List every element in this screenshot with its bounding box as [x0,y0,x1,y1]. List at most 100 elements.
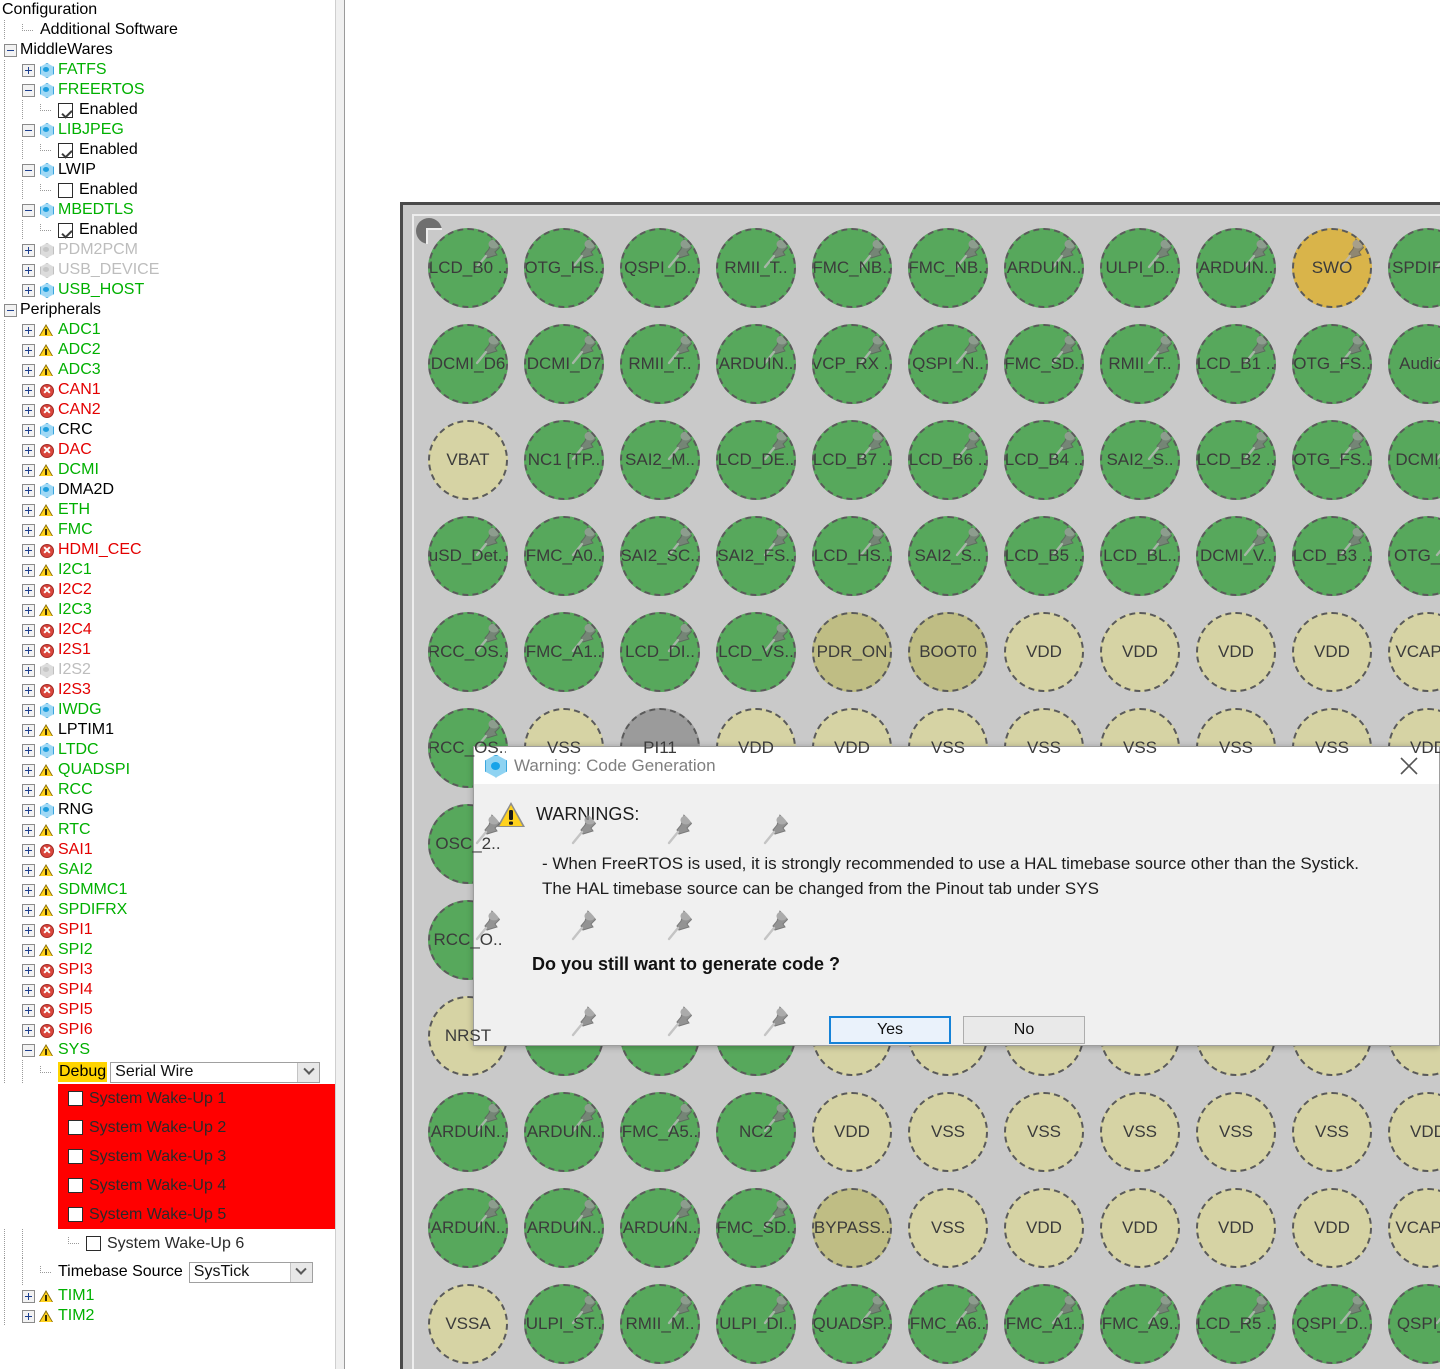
pin-ball[interactable]: LCD_B2 .. [1196,420,1276,500]
pin-ball[interactable]: ULPI_D.. [1100,228,1180,308]
system-wakeup-checkbox-3[interactable] [68,1149,83,1164]
tree-expand-icon[interactable] [22,283,35,297]
tree-node-usb-host[interactable]: USB_HOST [0,280,336,300]
pin-ball[interactable]: FMC_A9.. [1100,1284,1180,1364]
pin-ball[interactable]: VSS [1004,1092,1084,1172]
pin-ball[interactable]: ARDUIN.. [524,1188,604,1268]
tree-node-adc3[interactable]: ADC3 [0,360,336,380]
tree-node-enabled[interactable]: Enabled [0,220,336,240]
tree-collapse-icon[interactable] [22,163,35,177]
pin-ball[interactable]: LCD_DI.. [620,612,700,692]
pin-ball[interactable]: LCD_B7 .. [812,420,892,500]
pin-ball[interactable]: VSS [908,1092,988,1172]
pin-ball[interactable]: VCAP_1 [1388,1188,1440,1268]
pin-ball[interactable]: VCAP_2 [1388,612,1440,692]
tree-node-tim2[interactable]: TIM2 [0,1306,336,1326]
tree-expand-icon[interactable] [22,323,35,337]
tree-expand-icon[interactable] [22,483,35,497]
tree-expand-icon[interactable] [22,723,35,737]
tree-expand-icon[interactable] [22,983,35,997]
pin-ball[interactable]: ARDUIN.. [620,1188,700,1268]
yes-button[interactable]: Yes [829,1016,951,1044]
pin-ball[interactable]: FMC_A6.. [908,1284,988,1364]
system-wakeup-checkbox-6[interactable] [86,1236,101,1251]
pin-ball[interactable]: ARDUIN.. [524,1092,604,1172]
pin-ball[interactable]: VSSA [428,1284,508,1364]
tree-expand-icon[interactable] [22,343,35,357]
system-wakeup-checkbox-1[interactable] [68,1091,83,1106]
tree-collapse-icon[interactable] [4,303,17,317]
tree-node-lptim1[interactable]: LPTIM1 [0,720,336,740]
tree-node-i2s2[interactable]: I2S2 [0,660,336,680]
tree-collapse-icon[interactable] [22,83,35,97]
tree-node-spi6[interactable]: SPI6 [0,1020,336,1040]
pin-ball[interactable]: LCD_BL.. [1100,516,1180,596]
pin-ball[interactable]: FMC_NB.. [812,228,892,308]
tree-expand-icon[interactable] [22,803,35,817]
tree-collapse-icon[interactable] [22,123,35,137]
pin-ball[interactable]: ARDUIN.. [428,1092,508,1172]
pin-ball[interactable]: LCD_R5 .. [1196,1284,1276,1364]
tree-expand-icon[interactable] [22,63,35,77]
pin-ball[interactable]: FMC_NB.. [908,228,988,308]
tree-node-usb-device[interactable]: USB_DEVICE [0,260,336,280]
pin-ball[interactable]: ARDUIN.. [716,324,796,404]
system-wakeup-row-6[interactable]: System Wake-Up 6 [0,1229,336,1258]
pin-ball[interactable]: DCMI_D6 [428,324,508,404]
tree-node-tim1[interactable]: TIM1 [0,1286,336,1306]
pin-ball[interactable]: VDD [1004,1188,1084,1268]
pin-ball[interactable]: VDD [1004,612,1084,692]
system-wakeup-checkbox-5[interactable] [68,1207,83,1222]
pin-ball[interactable]: VDD [1100,1188,1180,1268]
pin-ball[interactable]: LCD_DE.. [716,420,796,500]
no-button[interactable]: No [963,1016,1085,1044]
tree-expand-icon[interactable] [22,923,35,937]
pin-ball[interactable]: VDD [1196,1188,1276,1268]
system-wakeup-row-5[interactable]: System Wake-Up 5 [58,1200,336,1229]
pin-ball[interactable]: QSPI_D [1388,1284,1440,1364]
pin-ball[interactable]: LCD_B6 .. [908,420,988,500]
tree-root-configuration[interactable]: Configuration [0,0,336,20]
chevron-down-icon[interactable] [289,1262,312,1282]
checkbox[interactable] [58,102,73,118]
tree-node-crc[interactable]: CRC [0,420,336,440]
pin-ball[interactable]: DCMI_V.. [1196,516,1276,596]
pin-ball[interactable]: NC1 [TP.. [524,420,604,500]
tree-expand-icon[interactable] [22,583,35,597]
tree-node-can2[interactable]: CAN2 [0,400,336,420]
tree-node-can1[interactable]: CAN1 [0,380,336,400]
tree-expand-icon[interactable] [22,663,35,677]
tree-node-spi1[interactable]: SPI1 [0,920,336,940]
tree-expand-icon[interactable] [22,703,35,717]
checkbox[interactable] [58,222,73,238]
tree-node-spi4[interactable]: SPI4 [0,980,336,1000]
tree-node-sai1[interactable]: SAI1 [0,840,336,860]
tree-node-iwdg[interactable]: IWDG [0,700,336,720]
tree-expand-icon[interactable] [22,843,35,857]
tree-node-enabled[interactable]: Enabled [0,140,336,160]
tree-expand-icon[interactable] [22,963,35,977]
system-wakeup-checkbox-4[interactable] [68,1178,83,1193]
pin-ball[interactable]: RMII_M.. [620,1284,700,1364]
pin-ball[interactable]: VCP_RX .. [812,324,892,404]
sys-debug-select[interactable]: Serial Wire [110,1061,321,1083]
tree-node-dcmi[interactable]: DCMI [0,460,336,480]
pin-ball[interactable]: ULPI_ST.. [524,1284,604,1364]
pin-ball[interactable]: QSPI_N.. [908,324,988,404]
tree-expand-icon[interactable] [22,643,35,657]
tree-node-pdm2pcm[interactable]: PDM2PCM [0,240,336,260]
pin-ball[interactable]: Audio_I [1388,324,1440,404]
pin-ball[interactable]: FMC_A5.. [620,1092,700,1172]
pin-ball[interactable]: LCD_B3 .. [1292,516,1372,596]
tree-node-quadspi[interactable]: QUADSPI [0,760,336,780]
pin-ball[interactable]: ARDUIN.. [1004,228,1084,308]
tree-node-dma2d[interactable]: DMA2D [0,480,336,500]
pin-ball[interactable]: LCD_HS.. [812,516,892,596]
pin-ball[interactable]: FMC_A1.. [1004,1284,1084,1364]
pin-ball[interactable]: VDD [1388,1092,1440,1172]
tree-expand-icon[interactable] [22,823,35,837]
pin-ball[interactable]: RMII_T.. [1100,324,1180,404]
tree-node-spdifrx[interactable]: SPDIFRX [0,900,336,920]
tree-expand-icon[interactable] [22,263,35,277]
tree-node-lwip[interactable]: LWIP [0,160,336,180]
